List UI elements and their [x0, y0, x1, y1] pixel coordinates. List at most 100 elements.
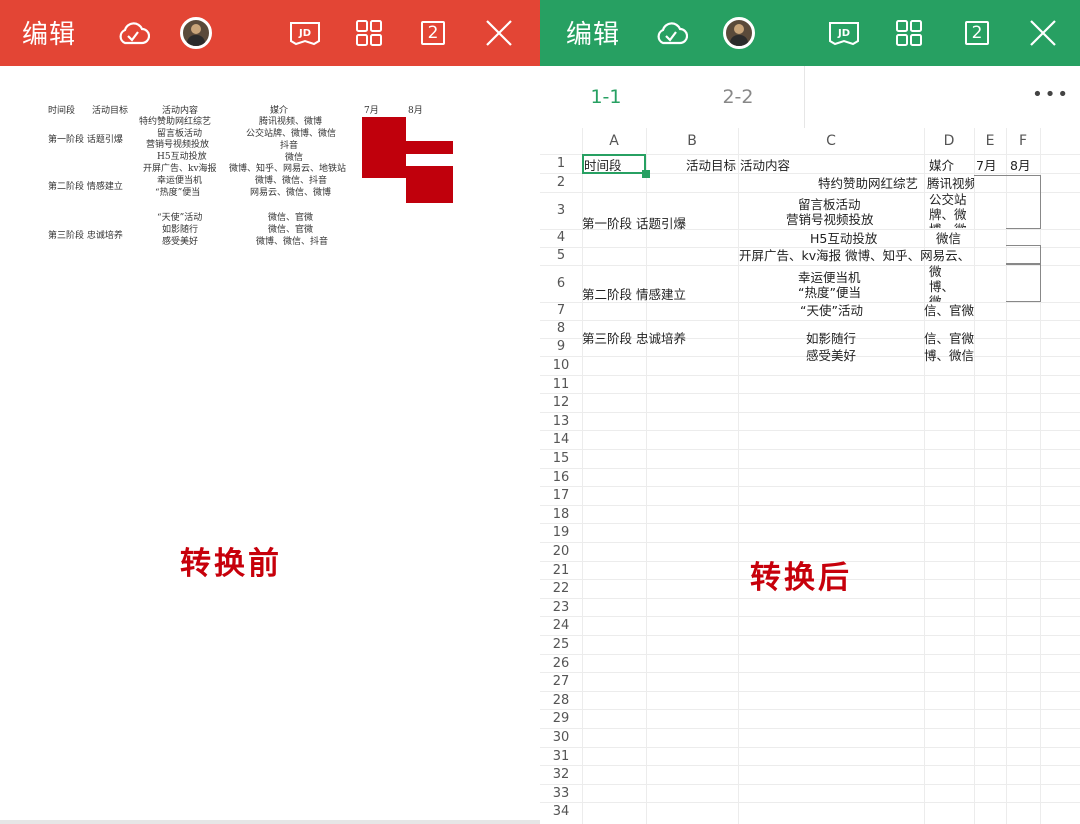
cell-c7[interactable]: “天使”活动 — [800, 303, 863, 318]
sheet-tab-bar: 1-1 2-2 ••• — [540, 66, 1080, 129]
column-header-f[interactable]: F — [1006, 128, 1040, 154]
row-header[interactable]: 24 — [540, 616, 582, 635]
row-header[interactable]: 10 — [540, 356, 582, 375]
row-header[interactable]: 34 — [540, 802, 582, 821]
column-header-e[interactable]: E — [974, 128, 1006, 154]
row-header[interactable]: 32 — [540, 765, 582, 784]
avatar[interactable] — [720, 14, 758, 52]
cell-c6-line2[interactable]: “热度”便当 — [798, 285, 861, 300]
grid-line — [540, 784, 1080, 785]
row-header[interactable]: 31 — [540, 747, 582, 766]
row-header[interactable]: 25 — [540, 635, 582, 654]
row-header[interactable]: 1 — [540, 154, 582, 173]
cell-c2[interactable]: 特约赞助网红综艺 — [818, 176, 918, 191]
row-header[interactable]: 8 — [540, 320, 582, 338]
cell-e1[interactable]: 7月 — [976, 158, 996, 173]
column-header-d[interactable]: D — [924, 128, 974, 154]
row-header[interactable]: 26 — [540, 654, 582, 673]
edit-label[interactable]: 编辑 — [22, 14, 76, 51]
cell-d3[interactable]: 公交站牌、微博、微 — [929, 192, 969, 228]
row-header[interactable]: 28 — [540, 691, 582, 710]
row-header[interactable]: 30 — [540, 728, 582, 747]
cell-b1[interactable]: 活动目标 — [686, 158, 736, 173]
row-header[interactable]: 13 — [540, 412, 582, 431]
row-header[interactable]: 23 — [540, 598, 582, 617]
row-header[interactable]: 7 — [540, 302, 582, 320]
cloud-sync-icon[interactable] — [114, 14, 152, 52]
row-header[interactable]: 18 — [540, 505, 582, 524]
after-caption: 转换后 — [750, 560, 852, 596]
cell-d4[interactable]: 微信 — [936, 231, 961, 246]
cell-c3-line2[interactable]: 营销号视频投放 — [786, 212, 874, 227]
cell-c4[interactable]: H5互动投放 — [810, 231, 877, 246]
right-toolbar: 编辑 JD 2 — [540, 0, 1080, 66]
column-header-c[interactable]: C — [738, 128, 924, 154]
cell-a1[interactable]: 时间段 — [584, 158, 646, 173]
cell-f1[interactable]: 8月 — [1010, 158, 1030, 173]
row-header[interactable]: 15 — [540, 449, 582, 468]
row-header[interactable]: 20 — [540, 542, 582, 561]
column-header-a[interactable]: A — [582, 128, 646, 154]
row-header[interactable]: 33 — [540, 784, 582, 803]
cell-b3[interactable]: 话题引爆 — [636, 216, 686, 231]
row-header[interactable]: 11 — [540, 375, 582, 394]
row-header[interactable]: 17 — [540, 486, 582, 505]
preview-phase-2: 第二阶段 情感建立 — [48, 182, 123, 192]
row-header[interactable]: 22 — [540, 579, 582, 598]
preview-media-line: 抖音 — [280, 141, 299, 151]
cell-d9[interactable]: 微博、微信、 — [924, 348, 974, 363]
grid-line — [540, 523, 1080, 524]
cell-d8[interactable]: 微信、官微 — [924, 331, 974, 346]
row-header[interactable]: 14 — [540, 430, 582, 449]
row-header[interactable]: 6 — [540, 265, 582, 302]
column-header-b[interactable]: B — [646, 128, 738, 154]
edit-label[interactable]: 编辑 — [566, 14, 620, 51]
cell-a6[interactable]: 第二阶段 — [582, 287, 642, 302]
row-header[interactable]: 2 — [540, 173, 582, 192]
row-header[interactable]: 16 — [540, 468, 582, 487]
tab-count-icon[interactable]: 2 — [958, 14, 996, 52]
sheet-tab-2[interactable]: 2-2 — [672, 66, 805, 128]
cell-d2[interactable]: 腾讯视频、微 — [927, 176, 974, 191]
grid-line — [540, 449, 1080, 450]
cell-d7[interactable]: 微信、官微 — [924, 303, 974, 318]
row-header[interactable]: 4 — [540, 229, 582, 247]
gantt-bar — [406, 141, 453, 154]
close-icon[interactable] — [480, 14, 518, 52]
grid-apps-icon[interactable] — [350, 14, 388, 52]
sheet-tab-1[interactable]: 1-1 — [540, 66, 672, 128]
bottom-strip — [0, 820, 540, 824]
cell-a3[interactable]: 第一阶段 — [582, 216, 642, 231]
row-header[interactable]: 21 — [540, 561, 582, 580]
preview-header-content: 活动内容 — [162, 106, 199, 116]
cell-b6[interactable]: 情感建立 — [636, 287, 686, 302]
cell-a8[interactable]: 第三阶段 — [582, 331, 642, 346]
row-header[interactable]: 27 — [540, 672, 582, 691]
spreadsheet-grid[interactable]: A B C D E F 1 2 3 4 5 6 7 8 9 10 11 12 13 14 15 16 17 18 1… — [540, 128, 1080, 824]
jd-icon[interactable]: JD — [286, 14, 324, 52]
cell-c5[interactable]: 开屏广告、kv海报 微博、知乎、网易云、 — [739, 248, 973, 263]
row-header[interactable]: 12 — [540, 393, 582, 412]
cell-c6-line1[interactable]: 幸运便当机 — [798, 270, 861, 285]
preview-media-line: 微博、微信、抖音 — [256, 237, 329, 247]
cell-d1[interactable]: 媒介 — [929, 158, 954, 173]
row-header[interactable]: 3 — [540, 192, 582, 229]
grid-apps-icon[interactable] — [890, 14, 928, 52]
tab-count-icon[interactable]: 2 — [414, 14, 452, 52]
cloud-sync-icon[interactable] — [652, 14, 690, 52]
cell-c1[interactable]: 活动内容 — [740, 158, 790, 173]
cell-c8[interactable]: 如影随行 — [806, 331, 856, 346]
avatar[interactable] — [177, 14, 215, 52]
row-header[interactable]: 5 — [540, 247, 582, 265]
jd-icon[interactable]: JD — [825, 14, 863, 52]
row-header[interactable]: 19 — [540, 523, 582, 542]
row-header[interactable]: 9 — [540, 338, 582, 356]
more-options-icon[interactable]: ••• — [1032, 84, 1070, 105]
cell-b8[interactable]: 忠诚培养 — [636, 331, 686, 346]
cell-c3-line1[interactable]: 留言板活动 — [798, 197, 861, 212]
gantt-bar — [406, 166, 453, 203]
cell-c9[interactable]: 感受美好 — [806, 348, 856, 363]
row-header[interactable]: 29 — [540, 709, 582, 728]
close-icon[interactable] — [1024, 14, 1062, 52]
cell-d6[interactable]: 微博、微信、抖音 — [929, 264, 965, 302]
